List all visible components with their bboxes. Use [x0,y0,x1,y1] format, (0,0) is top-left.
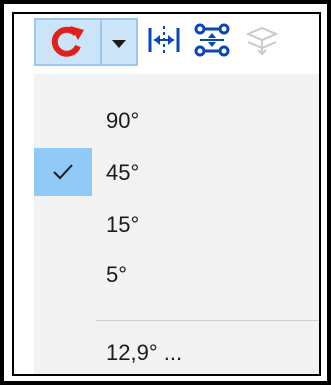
align-icon[interactable] [192,20,232,60]
rotation-angle-menu: 90° 45° 15° 5° 12,9° ... [34,74,319,374]
rotate-split-button[interactable] [34,18,138,66]
menu-item-label: 45° [106,160,140,185]
menu-item-90[interactable]: 90° [34,96,319,144]
toolbar [14,14,319,74]
menu-item-45[interactable]: 45° [34,148,319,196]
flip-horizontal-icon[interactable] [144,20,184,60]
rotate-dropdown-button[interactable] [102,20,136,64]
menu-item-5[interactable]: 5° [34,250,319,298]
menu-item-label: 15° [106,212,140,237]
dropdown-arrow-icon [112,40,126,48]
menu-item-label: 90° [106,108,140,133]
menu-item-label: 12,9° ... [106,340,183,365]
menu-item-15[interactable]: 15° [34,200,319,248]
rotate-icon [51,26,84,57]
rotate-button[interactable] [36,20,100,64]
app-window: 90° 45° 15° 5° 12,9° ... [12,12,321,376]
selected-indicator [34,148,92,196]
menu-separator [96,320,319,321]
menu-item-label: 5° [106,262,128,287]
layers-icon [245,26,279,56]
menu-item-custom-angle[interactable]: 12,9° ... [34,328,319,374]
screenshot-frame: 90° 45° 15° 5° 12,9° ... [0,0,331,385]
checkmark-icon [53,164,73,180]
